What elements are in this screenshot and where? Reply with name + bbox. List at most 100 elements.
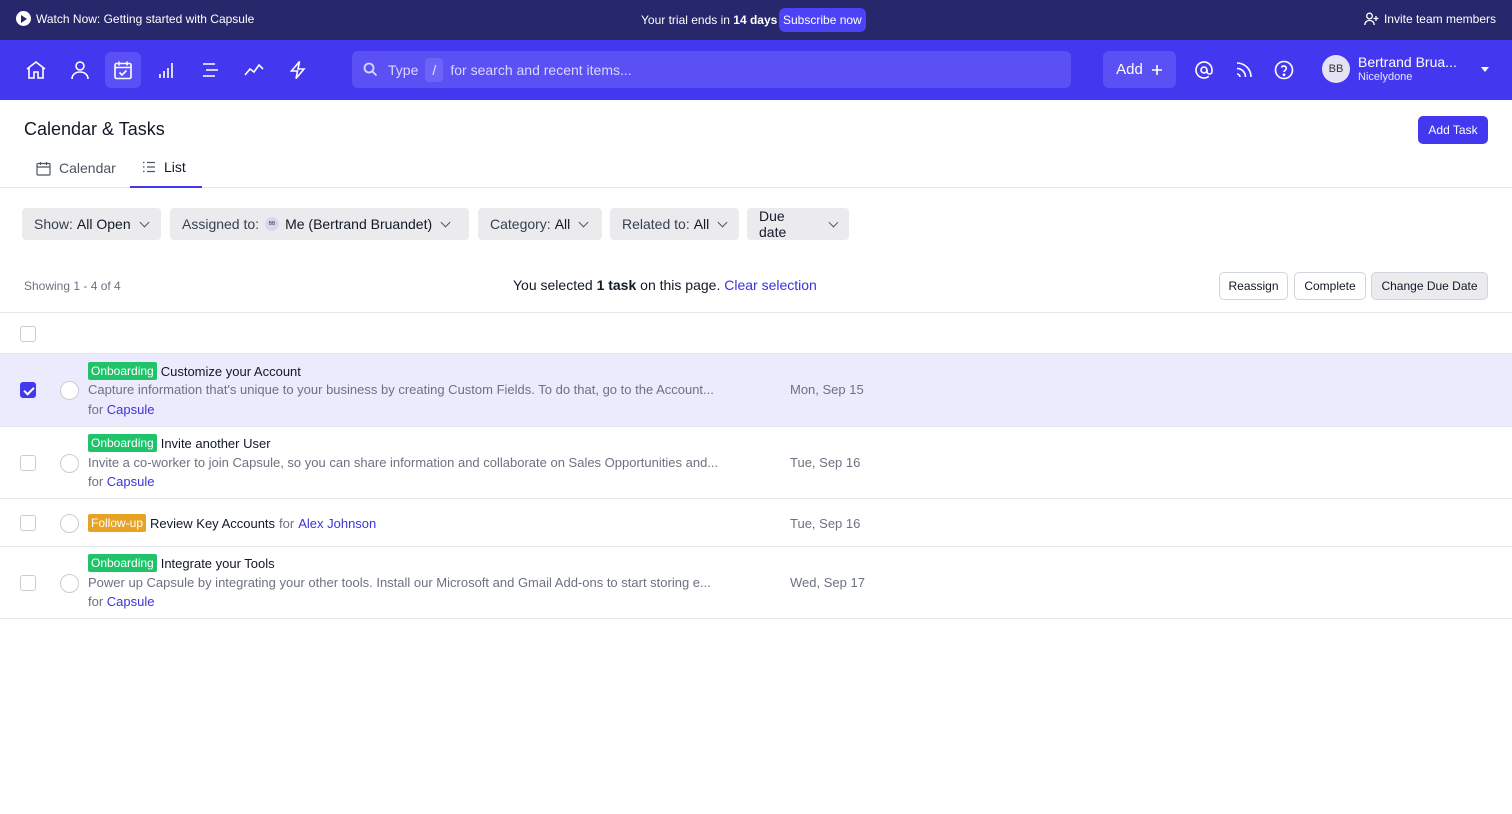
lightning-icon[interactable]: [280, 52, 316, 88]
row-checkbox[interactable]: [20, 455, 36, 471]
show-filter[interactable]: Show: All Open: [22, 208, 161, 240]
row-checkbox[interactable]: [20, 382, 36, 398]
chevron-down-icon: [440, 217, 451, 227]
search-prefix: Type: [388, 61, 419, 78]
chevron-down-icon: [828, 217, 839, 227]
list-icon[interactable]: [192, 52, 228, 88]
task-related: for Capsule: [88, 594, 155, 609]
category-filter-value: All: [554, 216, 571, 232]
assigned-to-value: Me (Bertrand Bruandet): [285, 216, 433, 232]
complete-task-circle[interactable]: [60, 514, 79, 533]
category-tag: Onboarding: [88, 434, 157, 452]
watch-now-label: Watch Now: Getting started with Capsule: [36, 11, 255, 26]
complete-task-circle[interactable]: [60, 574, 79, 593]
invite-label: Invite team members: [1383, 12, 1496, 26]
add-button[interactable]: Add: [1103, 51, 1176, 88]
avatar: BB: [1322, 55, 1350, 83]
add-task-button[interactable]: Add Task: [1418, 116, 1488, 144]
selected-count: 1 task: [596, 277, 637, 293]
category-tag: Follow-up: [88, 514, 147, 532]
trend-line-icon[interactable]: [236, 52, 272, 88]
change-due-date-button[interactable]: Change Due Date: [1371, 272, 1488, 300]
table-row[interactable]: Follow-up Review Key Accounts for Alex J…: [0, 499, 1512, 547]
chevron-down-icon: [578, 217, 589, 227]
sort-due-date[interactable]: Due date: [747, 208, 849, 240]
due-date: Tue, Sep 16: [790, 455, 861, 470]
related-to-value: All: [693, 216, 710, 232]
task-description: Power up Capsule by integrating your oth…: [88, 575, 711, 590]
select-all-checkbox[interactable]: [20, 326, 36, 342]
row-checkbox[interactable]: [20, 515, 36, 531]
task-title[interactable]: Customize your Account: [161, 364, 301, 379]
subscribe-button[interactable]: Subscribe now: [779, 8, 866, 32]
related-to-filter[interactable]: Related to: All: [610, 208, 739, 240]
help-icon[interactable]: [1272, 58, 1296, 82]
at-mention-icon[interactable]: [1192, 58, 1216, 82]
table-row[interactable]: Onboarding Integrate your Tools Power up…: [0, 547, 1512, 619]
tab-calendar[interactable]: Calendar: [24, 148, 128, 188]
view-tabs: Calendar List: [0, 148, 1512, 188]
home-icon[interactable]: [18, 52, 54, 88]
due-date: Wed, Sep 17: [790, 575, 865, 590]
chevron-down-icon: [717, 217, 728, 227]
tab-calendar-label: Calendar: [59, 160, 116, 176]
add-label: Add: [1116, 61, 1143, 78]
related-link[interactable]: Capsule: [107, 474, 155, 489]
chevron-down-icon[interactable]: [1481, 67, 1489, 72]
page-title: Calendar & Tasks: [24, 119, 165, 139]
calendar-check-icon[interactable]: [105, 52, 141, 88]
search-shortcut-key: /: [425, 57, 444, 82]
add-person-icon: [1364, 12, 1379, 26]
main-nav: Type / for search and recent items... Ad…: [0, 40, 1512, 100]
category-filter[interactable]: Category: All: [478, 208, 602, 240]
assigned-to-filter[interactable]: Assigned to: BB Me (Bertrand Bruandet): [170, 208, 469, 240]
category-tag: Onboarding: [88, 554, 157, 572]
task-related: for Capsule: [88, 402, 155, 417]
related-link[interactable]: Capsule: [107, 402, 155, 417]
complete-task-circle[interactable]: [60, 381, 79, 400]
watch-now-link[interactable]: Watch Now: Getting started with Capsule: [16, 11, 254, 26]
tab-list-label: List: [164, 159, 186, 175]
person-icon[interactable]: [62, 52, 98, 88]
task-title[interactable]: Review Key Accounts: [150, 516, 275, 531]
table-row[interactable]: Onboarding Customize your Account Captur…: [0, 354, 1512, 427]
search-placeholder: for search and recent items...: [450, 61, 632, 78]
play-icon: [16, 11, 31, 26]
due-date: Tue, Sep 16: [790, 516, 861, 531]
avatar: BB: [265, 217, 280, 231]
trial-days: 14 days: [733, 13, 778, 27]
clear-selection-link[interactable]: Clear selection: [724, 277, 817, 293]
trial-notice: Your trial ends in 14 days: [641, 13, 778, 27]
selection-info: You selected 1 task on this page. Clear …: [513, 277, 817, 293]
invite-team-button[interactable]: Invite team members: [1364, 12, 1496, 26]
search-icon: [363, 62, 378, 77]
complete-button[interactable]: Complete: [1294, 272, 1366, 300]
table-header: [0, 312, 1512, 354]
complete-task-circle[interactable]: [60, 454, 79, 473]
list-icon: [143, 161, 155, 173]
reassign-button[interactable]: Reassign: [1219, 272, 1288, 300]
row-checkbox[interactable]: [20, 575, 36, 591]
user-org: Nicelydone: [1358, 71, 1413, 83]
user-menu[interactable]: BB Bertrand Brua... Nicelydone: [1322, 54, 1457, 84]
calendar-icon: [36, 161, 51, 176]
bar-chart-icon[interactable]: [149, 52, 185, 88]
category-tag: Onboarding: [88, 362, 157, 380]
task-related: for Capsule: [88, 474, 155, 489]
showing-count: Showing 1 - 4 of 4: [24, 279, 121, 293]
related-link[interactable]: Capsule: [107, 594, 155, 609]
related-link[interactable]: Alex Johnson: [298, 516, 376, 531]
chevron-down-icon: [139, 217, 150, 227]
top-banner: Watch Now: Getting started with Capsule …: [0, 0, 1512, 40]
table-row[interactable]: Onboarding Invite another User Invite a …: [0, 427, 1512, 499]
task-description: Invite a co-worker to join Capsule, so y…: [88, 455, 719, 470]
show-filter-value: All Open: [76, 216, 131, 232]
rss-feed-icon[interactable]: [1232, 58, 1256, 82]
search-input[interactable]: Type / for search and recent items...: [352, 51, 1071, 88]
task-description: Capture information that's unique to you…: [88, 382, 714, 397]
task-title[interactable]: Integrate your Tools: [161, 556, 275, 571]
task-title[interactable]: Invite another User: [161, 436, 271, 451]
user-name: Bertrand Brua...: [1358, 54, 1457, 70]
due-date: Mon, Sep 15: [790, 382, 864, 397]
tab-list[interactable]: List: [130, 148, 202, 188]
